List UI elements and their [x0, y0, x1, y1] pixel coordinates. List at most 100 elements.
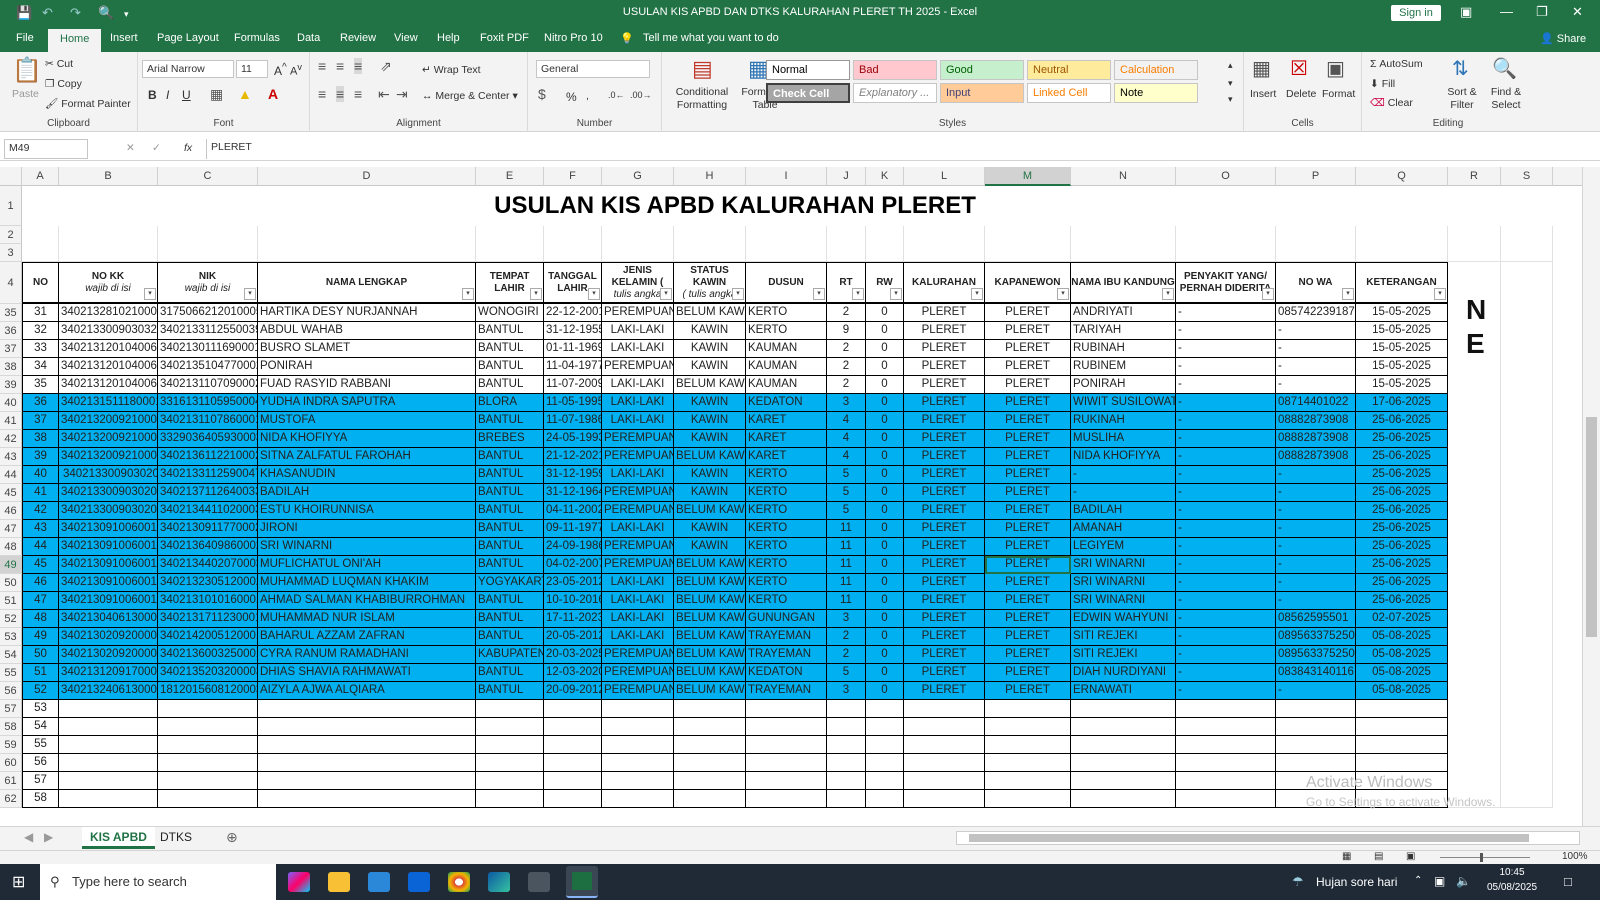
filter-dropdown-icon[interactable]: ▾ — [1434, 288, 1446, 300]
table-cell[interactable] — [746, 700, 827, 718]
table-cell[interactable]: 0 — [866, 484, 904, 502]
table-cell[interactable]: 11 — [827, 556, 866, 574]
column-header-a[interactable]: A — [22, 167, 59, 186]
row-header[interactable]: 53 — [0, 628, 22, 646]
table-cell[interactable] — [674, 754, 746, 772]
table-cell[interactable] — [827, 754, 866, 772]
table-cell[interactable]: LAKI-LAKI — [602, 628, 674, 646]
comma-style-icon[interactable]: , — [586, 90, 589, 102]
table-cell[interactable]: AHMAD SALMAN KHABIBURROHMAN — [258, 592, 476, 610]
table-cell[interactable] — [59, 736, 158, 754]
share-button[interactable]: 👤 Share — [1540, 32, 1586, 45]
table-cell[interactable] — [674, 718, 746, 736]
table-cell[interactable] — [866, 700, 904, 718]
table-cell[interactable]: PLERET — [904, 520, 985, 538]
table-cell[interactable]: PEREMPUAN — [602, 664, 674, 682]
table-cell[interactable]: BELUM KAWIN — [674, 574, 746, 592]
empty-cell[interactable] — [827, 226, 866, 262]
table-cell[interactable]: WONOGIRI — [476, 304, 544, 322]
table-cell[interactable]: BUSRO SLAMET — [258, 340, 476, 358]
table-cell[interactable] — [258, 736, 476, 754]
table-cell[interactable]: PEREMPUAN — [602, 430, 674, 448]
table-cell[interactable]: BANTUL — [476, 682, 544, 700]
table-cell[interactable]: 05-08-2025 — [1356, 646, 1448, 664]
table-cell[interactable]: 3402130911770002 — [158, 520, 258, 538]
table-cell[interactable]: 0 — [866, 412, 904, 430]
volume-icon[interactable]: 🔈 — [1456, 874, 1471, 888]
table-cell[interactable] — [59, 790, 158, 808]
table-cell[interactable]: PLERET — [904, 610, 985, 628]
table-cell[interactable]: KERTO — [746, 574, 827, 592]
table-cell[interactable]: LAKI-LAKI — [602, 520, 674, 538]
empty-cell[interactable] — [602, 226, 674, 262]
row-header[interactable]: 46 — [0, 502, 22, 520]
row-number-cell[interactable]: 45 — [22, 556, 59, 574]
row-header[interactable]: 59 — [0, 736, 22, 754]
filter-dropdown-icon[interactable]: ▾ — [660, 288, 672, 300]
sheet-tab-kis-apbd[interactable]: KIS APBD — [82, 827, 155, 849]
row-number-cell[interactable]: 34 — [22, 358, 59, 376]
filter-dropdown-icon[interactable]: ▾ — [890, 288, 902, 300]
font-name-select[interactable]: Arial Narrow — [142, 60, 234, 78]
table-cell[interactable] — [544, 790, 602, 808]
filter-dropdown-icon[interactable]: ▾ — [813, 288, 825, 300]
cell-style-normal[interactable]: Normal — [766, 60, 850, 80]
table-cell[interactable]: BELUM KAWIN — [674, 448, 746, 466]
row-number-cell[interactable]: 40 — [22, 466, 59, 484]
empty-cell[interactable] — [1448, 226, 1501, 262]
table-cell[interactable]: 15-05-2025 — [1356, 358, 1448, 376]
copy-button[interactable]: ❐ Copy — [45, 78, 82, 90]
underline-button[interactable]: U — [182, 88, 191, 102]
row-number-cell[interactable]: 58 — [22, 790, 59, 808]
table-cell[interactable]: AIZYLA AJWA ALQIARA — [258, 682, 476, 700]
row-header[interactable]: 56 — [0, 682, 22, 700]
table-cell[interactable]: 3402132009210003 — [59, 448, 158, 466]
table-cell[interactable]: 17-11-2023 — [544, 610, 602, 628]
bold-button[interactable]: B — [148, 88, 157, 102]
table-cell[interactable] — [827, 718, 866, 736]
empty-cell[interactable] — [476, 226, 544, 262]
table-cell[interactable]: 3402137112640033 — [158, 484, 258, 502]
table-cell[interactable]: 11-04-1977 — [544, 358, 602, 376]
table-cell[interactable]: - — [1176, 610, 1276, 628]
table-cell[interactable] — [59, 700, 158, 718]
table-cell[interactable]: 25-06-2025 — [1356, 520, 1448, 538]
table-cell[interactable] — [476, 754, 544, 772]
borders-icon[interactable]: ▦ — [210, 86, 223, 103]
align-center-icon[interactable]: ≡ — [336, 86, 345, 102]
table-cell[interactable]: BELUM KAWIN — [674, 556, 746, 574]
empty-column-area[interactable] — [1448, 262, 1501, 808]
align-bottom-icon[interactable]: ≡ — [354, 58, 363, 74]
column-header-i[interactable]: I — [746, 167, 827, 186]
font-color-icon[interactable]: A — [268, 86, 278, 102]
table-cell[interactable] — [1071, 700, 1176, 718]
table-cell[interactable]: PLERET — [904, 484, 985, 502]
row-header[interactable]: 62 — [0, 790, 22, 808]
table-cell[interactable]: FUAD RASYID RABBANI — [258, 376, 476, 394]
empty-cell[interactable] — [1356, 226, 1448, 262]
table-cell[interactable]: 0 — [866, 340, 904, 358]
network-icon[interactable]: ▣ — [1434, 874, 1445, 888]
table-cell[interactable]: BELUM KAWIN — [674, 646, 746, 664]
row-number-cell[interactable]: 55 — [22, 736, 59, 754]
table-cell[interactable]: BANTUL — [476, 376, 544, 394]
table-cell[interactable] — [602, 754, 674, 772]
table-cell[interactable]: KAWIN — [674, 322, 746, 340]
table-cell[interactable]: TARIYAH — [1071, 322, 1176, 340]
table-cell[interactable] — [746, 790, 827, 808]
table-cell[interactable]: BADILAH — [1071, 502, 1176, 520]
table-cell[interactable]: - — [1176, 466, 1276, 484]
row-number-cell[interactable]: 44 — [22, 538, 59, 556]
table-cell[interactable] — [827, 790, 866, 808]
table-cell[interactable]: PLERET — [985, 520, 1071, 538]
table-cell[interactable] — [985, 718, 1071, 736]
table-cell[interactable]: - — [1176, 484, 1276, 502]
sign-in-button[interactable]: Sign in — [1391, 5, 1441, 21]
cell-style-input[interactable]: Input — [940, 83, 1024, 103]
table-cell[interactable]: 085742239187 — [1276, 304, 1356, 322]
filter-dropdown-icon[interactable]: ▾ — [588, 288, 600, 300]
row-header[interactable]: 52 — [0, 610, 22, 628]
table-cell[interactable]: SITI REJEKI — [1071, 628, 1176, 646]
table-cell[interactable]: PLERET — [985, 664, 1071, 682]
increase-decimal-icon[interactable]: .0← — [608, 90, 625, 100]
